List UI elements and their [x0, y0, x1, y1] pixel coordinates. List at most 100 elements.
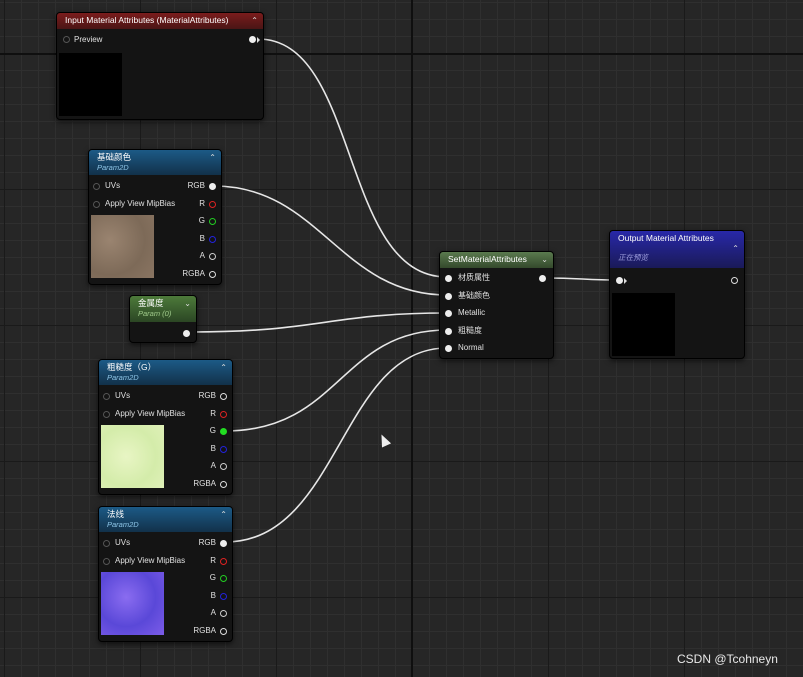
output-material-attributes-node[interactable]: Output Material Attributes 正在预览 ⌃: [609, 230, 745, 359]
mipbias-label: Apply View MipBias: [115, 556, 186, 565]
node-subtitle: Param2D: [107, 520, 139, 529]
mipbias-input-pin[interactable]: [103, 411, 110, 418]
input-metallic-pin[interactable]: [445, 310, 452, 317]
mipbias-label: Apply View MipBias: [105, 199, 176, 208]
output-g-pin[interactable]: [220, 575, 227, 582]
input-label: 材质属性: [458, 273, 490, 282]
output-rgba-label: RGBA: [182, 269, 205, 278]
node-subtitle: Param (0): [138, 309, 172, 318]
output-r-pin[interactable]: [220, 411, 227, 418]
output-rgb-pin[interactable]: [209, 183, 216, 190]
output-r-pin[interactable]: [220, 558, 227, 565]
output-b-pin[interactable]: [220, 446, 227, 453]
set-material-attributes-node[interactable]: SetMaterialAttributes ⌄ 材质属性 基础颜色 Metall…: [439, 251, 554, 359]
exec-arrow-icon: [257, 37, 260, 43]
node-title: 金属度: [138, 298, 164, 308]
output-a-pin[interactable]: [209, 253, 216, 260]
output-g-label: G: [198, 216, 205, 225]
node-title: Output Material Attributes: [618, 233, 714, 243]
preview-label: Preview: [74, 35, 103, 44]
input-material-attributes-node[interactable]: Input Material Attributes (MaterialAttri…: [56, 12, 264, 120]
uvs-input-pin[interactable]: [103, 540, 110, 547]
output-rgba-label: RGBA: [193, 479, 216, 488]
watermark-text: CSDN @Tcohneyn: [677, 652, 778, 666]
output-rgba-pin[interactable]: [220, 481, 227, 488]
chevron-up-icon[interactable]: ⌃: [220, 362, 227, 373]
base-color-texture-node[interactable]: 基础颜色 Param2D ⌃ UVs Apply View MipBias RG…: [88, 149, 222, 285]
preview-input-pin[interactable]: [63, 36, 70, 43]
output-rgb-label: RGB: [198, 538, 216, 547]
uvs-input-pin[interactable]: [93, 183, 100, 190]
roughness-texture-node[interactable]: 粗糙度（G） Param2D ⌃ UVs Apply View MipBias …: [98, 359, 233, 495]
input-material-attributes-pin[interactable]: [445, 275, 452, 282]
node-title: 法线: [107, 509, 125, 519]
normal-texture-node[interactable]: 法线 Param2D ⌃ UVs Apply View MipBias RGB …: [98, 506, 233, 642]
uvs-label: UVs: [115, 391, 131, 400]
chevron-up-icon[interactable]: ⌃: [251, 15, 258, 26]
output-a-pin[interactable]: [220, 463, 227, 470]
node-subtitle: 正在预览: [618, 253, 648, 262]
chevron-down-icon[interactable]: ⌄: [184, 298, 191, 309]
output-g-label: G: [209, 573, 216, 582]
output-a-label: A: [210, 461, 216, 470]
output-pin[interactable]: [183, 330, 190, 337]
output-b-pin[interactable]: [220, 593, 227, 600]
exec-arrow-icon: [624, 278, 627, 284]
output-r-label: R: [199, 199, 205, 208]
output-rgb-label: RGB: [198, 391, 216, 400]
output-g-pin[interactable]: [209, 218, 216, 225]
chevron-up-icon[interactable]: ⌃: [209, 152, 216, 163]
input-roughness-pin[interactable]: [445, 328, 452, 335]
output-b-label: B: [199, 234, 205, 243]
input-label: Metallic: [458, 308, 486, 317]
preview-thumbnail: [612, 293, 675, 356]
output-rgba-pin[interactable]: [209, 271, 216, 278]
normal-map-thumbnail: [101, 572, 164, 635]
node-title: Input Material Attributes (MaterialAttri…: [65, 15, 229, 25]
graph-axis-vertical: [411, 0, 413, 677]
preview-thumbnail: [59, 53, 122, 116]
output-a-pin[interactable]: [220, 610, 227, 617]
input-pin[interactable]: [616, 277, 623, 284]
output-g-pin[interactable]: [220, 428, 227, 435]
output-r-label: R: [210, 556, 216, 565]
output-rgba-pin[interactable]: [220, 628, 227, 635]
output-b-label: B: [210, 444, 216, 453]
chevron-down-icon[interactable]: ⌄: [541, 254, 548, 265]
uvs-label: UVs: [105, 181, 121, 190]
mipbias-label: Apply View MipBias: [115, 409, 186, 418]
input-label: 基础颜色: [458, 291, 490, 300]
node-title: 粗糙度（G）: [107, 362, 157, 372]
mipbias-input-pin[interactable]: [103, 558, 110, 565]
input-normal-pin[interactable]: [445, 345, 452, 352]
input-label: Normal: [458, 343, 484, 352]
node-subtitle: Param2D: [107, 373, 139, 382]
chevron-up-icon[interactable]: ⌃: [220, 509, 227, 520]
output-b-pin[interactable]: [209, 236, 216, 243]
output-b-label: B: [210, 591, 216, 600]
preview-output-pin[interactable]: [249, 36, 256, 43]
output-rgb-pin[interactable]: [220, 540, 227, 547]
output-a-label: A: [199, 251, 205, 260]
metalness-param-node[interactable]: 金属度 Param (0) ⌄: [129, 295, 197, 343]
mipbias-input-pin[interactable]: [93, 201, 100, 208]
input-base-color-pin[interactable]: [445, 293, 452, 300]
output-rgb-pin[interactable]: [220, 393, 227, 400]
node-title: 基础颜色: [97, 152, 132, 162]
output-rgb-label: RGB: [187, 181, 205, 190]
uvs-label: UVs: [115, 538, 131, 547]
node-subtitle: Param2D: [97, 163, 129, 172]
node-title: SetMaterialAttributes: [448, 254, 527, 264]
output-a-label: A: [210, 608, 216, 617]
output-r-label: R: [210, 409, 216, 418]
output-rgba-label: RGBA: [193, 626, 216, 635]
output-pin[interactable]: [539, 275, 546, 282]
output-r-pin[interactable]: [209, 201, 216, 208]
output-g-label: G: [209, 426, 216, 435]
uvs-input-pin[interactable]: [103, 393, 110, 400]
base-color-thumbnail: [91, 215, 154, 278]
input-label: 粗糙度: [458, 326, 482, 335]
chevron-up-icon[interactable]: ⌃: [732, 243, 739, 254]
roughness-thumbnail: [101, 425, 164, 488]
output-pin[interactable]: [731, 277, 738, 284]
